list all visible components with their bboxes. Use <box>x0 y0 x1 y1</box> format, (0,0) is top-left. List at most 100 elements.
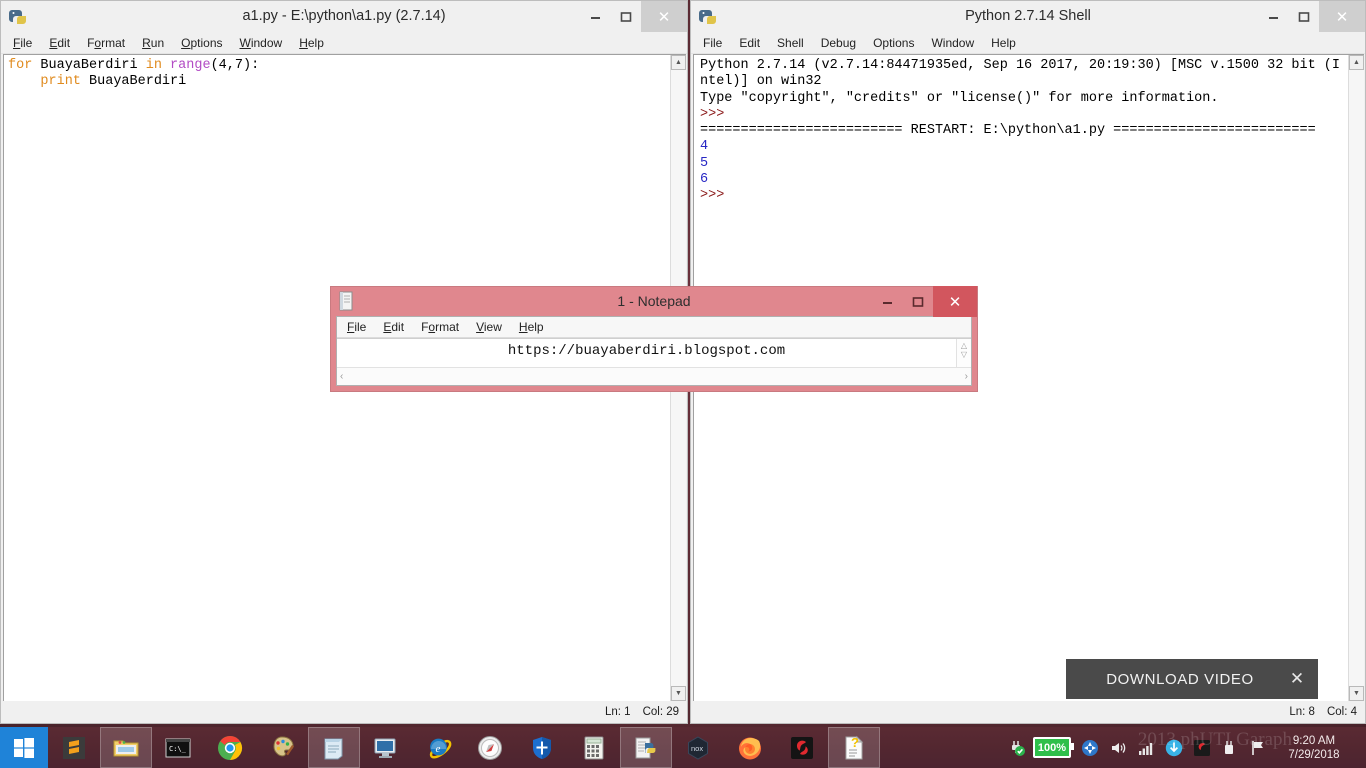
command-prompt-icon[interactable]: C:\_ <box>152 727 204 768</box>
menu-run[interactable]: Run <box>142 36 164 50</box>
flag-icon[interactable] <box>1247 735 1269 761</box>
file-explorer-icon[interactable] <box>100 727 152 768</box>
notepad-icon <box>337 291 359 313</box>
maximize-button[interactable] <box>903 286 933 317</box>
usb-device-icon[interactable] <box>1219 735 1241 761</box>
notepad-content[interactable]: https://buayaberdiri.blogspot.com <box>337 339 956 367</box>
idle-editor-menubar[interactable]: File Edit Format Run Options Window Help <box>1 32 687 54</box>
menu-file[interactable]: File <box>13 36 32 50</box>
idle-shell-menubar[interactable]: File Edit Shell Debug Options Window Hel… <box>691 32 1365 54</box>
windows-start-icon[interactable] <box>0 727 48 768</box>
scroll-right-arrow[interactable]: › <box>965 371 968 382</box>
menu-view[interactable]: View <box>476 320 502 334</box>
menu-file[interactable]: File <box>347 320 366 334</box>
notepad-icon[interactable] <box>308 727 360 768</box>
volume-icon[interactable] <box>1107 735 1129 761</box>
svg-text:C:\_: C:\_ <box>169 745 187 753</box>
idm-icon[interactable] <box>1163 735 1185 761</box>
close-button[interactable]: ✕ <box>641 1 687 32</box>
code-line: for BuayaBerdiri in range(4,7): <box>8 58 260 73</box>
menu-help[interactable]: Help <box>519 320 544 334</box>
svg-text:e: e <box>436 743 441 755</box>
download-video-overlay[interactable]: DOWNLOAD VIDEO ✕ <box>1066 659 1318 699</box>
shell-line: Type "copyright", "credits" or "license(… <box>700 90 1219 106</box>
shell-vertical-scrollbar[interactable]: ▲ ▼ <box>1348 55 1364 701</box>
notepad-vertical-scrollbar[interactable]: △ ▽ <box>956 339 971 367</box>
menu-window[interactable]: Window <box>931 36 974 50</box>
scroll-up-arrow[interactable]: ▲ <box>1349 55 1364 70</box>
notepad-window-controls[interactable]: ✕ <box>873 286 977 317</box>
mozilla-firefox-icon[interactable] <box>724 727 776 768</box>
network-signal-icon[interactable] <box>1135 735 1157 761</box>
menu-window[interactable]: Window <box>240 36 283 50</box>
close-icon[interactable]: ✕ <box>1276 669 1318 689</box>
notepad-horizontal-scrollbar[interactable]: ‹ › <box>337 367 971 385</box>
scroll-up-arrow[interactable]: ▲ <box>671 55 686 70</box>
menu-options[interactable]: Options <box>873 36 914 50</box>
python-idle-icon <box>7 6 29 28</box>
download-video-label[interactable]: DOWNLOAD VIDEO <box>1066 671 1276 688</box>
idle-editor-statusbar: Ln: 1 Col: 29 <box>1 701 687 723</box>
battery-indicator[interactable]: 100% <box>1032 737 1075 758</box>
paint-icon[interactable] <box>256 727 308 768</box>
action-center-icon[interactable] <box>1079 735 1101 761</box>
minimize-button[interactable] <box>873 286 903 317</box>
system-tray[interactable]: 2013 phUTI Garaph 100% 9:20 AM 7/29/2018 <box>1003 727 1366 768</box>
shell-line: >>> <box>700 106 725 122</box>
remote-desktop-icon[interactable] <box>360 727 412 768</box>
menu-format[interactable]: Format <box>421 320 459 334</box>
idle-editor-window-controls[interactable]: ✕ <box>581 1 687 32</box>
notepad-text-area[interactable]: https://buayaberdiri.blogspot.com △ ▽ <box>337 338 971 367</box>
windows-defender-icon[interactable] <box>516 727 568 768</box>
shell-line-indicator: Ln: 8 <box>1289 706 1315 718</box>
scroll-up-arrow[interactable]: △ <box>961 341 967 350</box>
scroll-down-arrow[interactable]: ▼ <box>671 686 686 701</box>
notepad-body: File Edit Format View Help https://buaya… <box>336 316 972 386</box>
taskbar[interactable]: C:\_ e nox ? 2013 phUTI Garaph 100% 9:20… <box>0 727 1366 768</box>
menu-help[interactable]: Help <box>991 36 1016 50</box>
menu-shell[interactable]: Shell <box>777 36 804 50</box>
gom-tray-icon[interactable] <box>1191 735 1213 761</box>
menu-edit[interactable]: Edit <box>49 36 70 50</box>
sublime-text-icon[interactable] <box>48 727 100 768</box>
close-button[interactable]: ✕ <box>1319 1 1365 32</box>
scroll-down-arrow[interactable]: ▼ <box>1349 686 1364 701</box>
notepad-menubar[interactable]: File Edit Format View Help <box>337 317 971 338</box>
svg-text:?: ? <box>851 735 859 750</box>
safely-remove-icon[interactable] <box>1006 735 1028 761</box>
clock-time: 9:20 AM <box>1292 734 1336 747</box>
notepad-titlebar[interactable]: 1 - Notepad ✕ <box>331 286 977 317</box>
gom-player-icon[interactable] <box>776 727 828 768</box>
maximize-button[interactable] <box>611 1 641 32</box>
google-chrome-icon[interactable] <box>204 727 256 768</box>
minimize-button[interactable] <box>1259 1 1289 32</box>
menu-format[interactable]: Format <box>87 36 125 50</box>
taskbar-clock[interactable]: 9:20 AM 7/29/2018 <box>1272 734 1360 762</box>
idle-shell-titlebar[interactable]: Python 2.7.14 Shell ✕ <box>691 1 1365 32</box>
idle-editor-titlebar[interactable]: a1.py - E:\python\a1.py (2.7.14) ✕ <box>1 1 687 32</box>
menu-debug[interactable]: Debug <box>821 36 856 50</box>
menu-edit[interactable]: Edit <box>383 320 404 334</box>
shell-line: ========================= RESTART: E:\py… <box>700 123 1316 139</box>
calculator-icon[interactable] <box>568 727 620 768</box>
minimize-button[interactable] <box>581 1 611 32</box>
scroll-left-arrow[interactable]: ‹ <box>340 371 343 382</box>
python-idle-icon <box>697 6 719 28</box>
scroll-down-arrow[interactable]: ▽ <box>961 350 967 359</box>
shell-line: >>> <box>700 188 725 204</box>
window-notepad[interactable]: 1 - Notepad ✕ File Edit Format View Help <box>330 286 978 392</box>
nox-player-icon[interactable]: nox <box>672 727 724 768</box>
idle-shell-statusbar: Ln: 8 Col: 4 <box>691 701 1365 723</box>
help-document-icon[interactable]: ? <box>828 727 880 768</box>
python-idle-icon[interactable] <box>620 727 672 768</box>
menu-file[interactable]: File <box>703 36 722 50</box>
opera-icon[interactable] <box>464 727 516 768</box>
internet-explorer-icon[interactable]: e <box>412 727 464 768</box>
code-line: print BuayaBerdiri <box>40 74 187 89</box>
maximize-button[interactable] <box>1289 1 1319 32</box>
menu-help[interactable]: Help <box>299 36 324 50</box>
menu-edit[interactable]: Edit <box>739 36 760 50</box>
close-button[interactable]: ✕ <box>933 286 977 317</box>
menu-options[interactable]: Options <box>181 36 222 50</box>
idle-shell-window-controls[interactable]: ✕ <box>1259 1 1365 32</box>
